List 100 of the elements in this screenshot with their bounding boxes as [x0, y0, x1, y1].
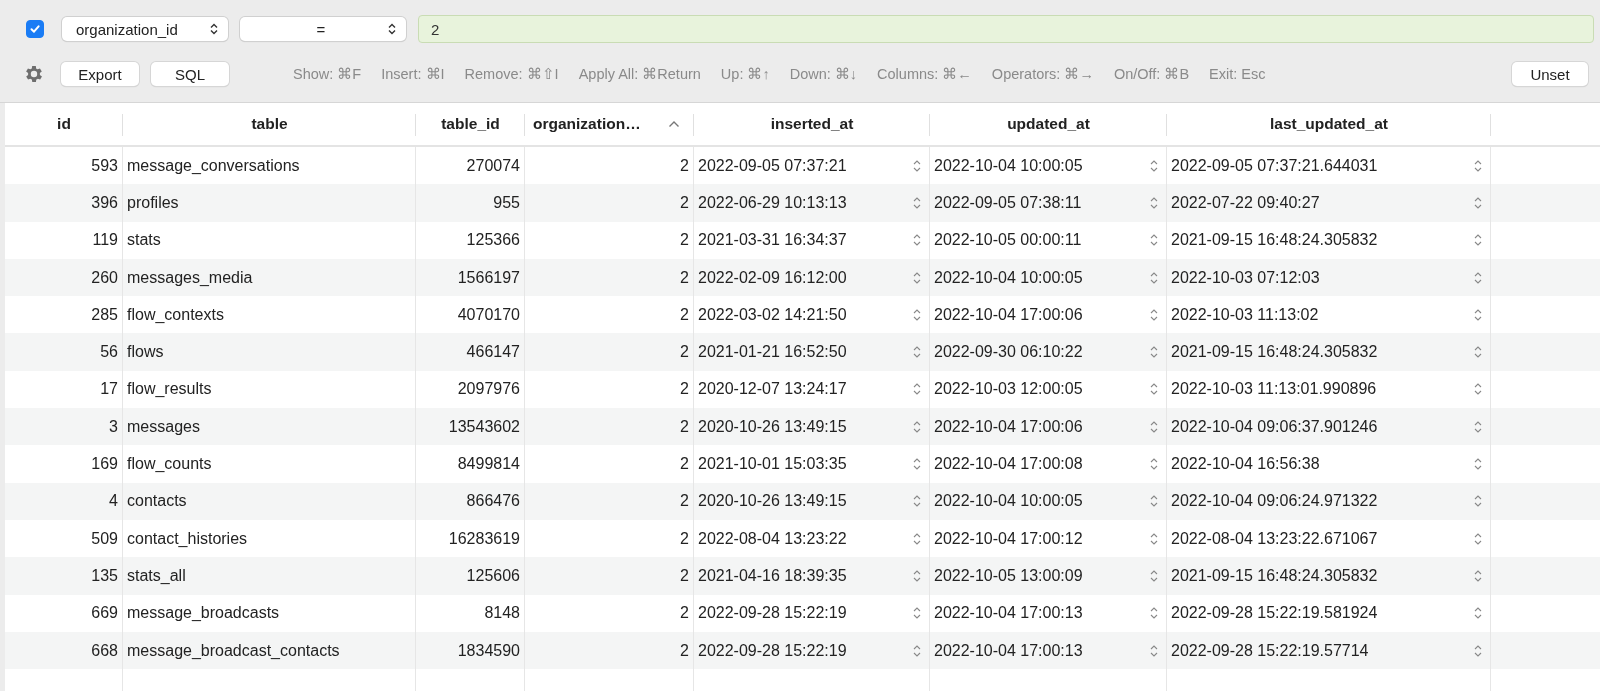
table-cell: 2022-10-04 09:06:37.901246: [1167, 408, 1491, 446]
table-cell: 2022-09-28 15:22:19.581924: [1167, 594, 1491, 632]
table-cell: 2020-10-26 13:49:15: [694, 408, 930, 446]
stepper-icon[interactable]: [913, 270, 921, 285]
shortcut-hint: On/Off: ⌘B: [1113, 66, 1190, 82]
stepper-icon[interactable]: [1474, 494, 1482, 509]
table-cell: 125366: [416, 221, 525, 259]
stepper-icon[interactable]: [913, 531, 921, 546]
table-cell: flows: [123, 333, 416, 371]
stepper-icon[interactable]: [913, 568, 921, 583]
table-cell: 1566197: [416, 258, 525, 297]
stepper-icon[interactable]: [1150, 457, 1158, 471]
stepper-icon[interactable]: [913, 643, 921, 658]
stepper-icon[interactable]: [1474, 568, 1482, 583]
filter-checkbox[interactable]: [26, 20, 44, 38]
stepper-icon[interactable]: [1150, 158, 1158, 173]
stepper-icon[interactable]: [913, 419, 921, 434]
table-cell: 2021-01-21 16:52:50: [694, 333, 930, 371]
stepper-icon[interactable]: [1150, 568, 1158, 583]
operator-select[interactable]: =: [240, 17, 406, 41]
stepper-icon[interactable]: [1150, 494, 1158, 509]
table-cell: 396: [5, 184, 123, 222]
column-header[interactable]: table_id: [416, 103, 525, 145]
stepper-icon[interactable]: [1474, 382, 1482, 397]
table-cell: 2: [525, 333, 694, 371]
shortcut-hint: Columns: ⌘←: [877, 66, 972, 82]
stepper-icon[interactable]: [1150, 419, 1158, 434]
table-cell: 2022-09-28 15:22:19: [694, 631, 930, 670]
stepper-icon[interactable]: [913, 307, 921, 322]
stepper-icon[interactable]: [913, 606, 921, 621]
stepper-icon[interactable]: [1150, 345, 1158, 360]
table-cell: 2021-09-15 16:48:24.305832: [1167, 221, 1491, 259]
table-cell: 8148: [416, 594, 525, 632]
column-header[interactable]: updated_at: [930, 103, 1167, 145]
shortcut-hint: Down: ⌘↓: [789, 66, 858, 82]
stepper-icon[interactable]: [1150, 270, 1158, 285]
table-cell: 2021-09-15 16:48:24.305832: [1167, 333, 1491, 371]
table-cell: 2022-10-04 09:06:24.971322: [1167, 482, 1491, 520]
column-header[interactable]: organization…: [525, 103, 694, 145]
stepper-icon[interactable]: [1474, 345, 1482, 360]
stepper-icon[interactable]: [1150, 643, 1158, 658]
toolbar-button[interactable]: SQL: [151, 62, 229, 86]
table-cell: flow_counts: [123, 445, 416, 483]
stepper-icon[interactable]: [1150, 382, 1158, 397]
filter-value-field[interactable]: 2: [418, 15, 1594, 43]
stepper-icon[interactable]: [1474, 531, 1482, 546]
table-cell: 56: [5, 333, 123, 371]
stepper-icon[interactable]: [1150, 606, 1158, 621]
table-cell: 4: [5, 482, 123, 520]
column-header[interactable]: table: [123, 103, 416, 145]
shortcut-hint: Up: ⌘↑: [720, 66, 770, 82]
stepper-icon[interactable]: [1474, 158, 1482, 173]
stepper-icon[interactable]: [913, 457, 921, 471]
toolbar-button[interactable]: Export: [61, 62, 139, 86]
column-header[interactable]: inserted_at: [694, 103, 930, 145]
table-cell: 955: [416, 184, 525, 222]
table-cell: contacts: [123, 482, 416, 520]
stepper-icon[interactable]: [913, 158, 921, 173]
stepper-icon[interactable]: [913, 345, 921, 360]
table-cell: 2022-10-04 17:00:13: [930, 594, 1167, 632]
table-cell: 2: [525, 482, 694, 520]
table-cell: messages_media: [123, 258, 416, 297]
shortcut-hint: Apply All: ⌘Return: [578, 66, 701, 82]
table-cell: 2022-09-05 07:38:11: [930, 184, 1167, 222]
table-cell: 2022-09-28 15:22:19.57714: [1167, 631, 1491, 670]
table-cell: 169: [5, 445, 123, 483]
table-cell: 668: [5, 631, 123, 670]
stepper-icon[interactable]: [1150, 233, 1158, 248]
table-cell: 2022-06-29 10:13:13: [694, 184, 930, 222]
table-cell: 135: [5, 557, 123, 595]
table-cell: 3: [5, 408, 123, 446]
unset-button[interactable]: Unset: [1512, 62, 1588, 86]
stepper-icon[interactable]: [1474, 307, 1482, 322]
column-header[interactable]: id: [5, 103, 123, 145]
column-select[interactable]: organization_id: [62, 17, 228, 41]
settings-icon[interactable]: [23, 63, 45, 85]
stepper-icon[interactable]: [913, 494, 921, 509]
stepper-icon[interactable]: [1474, 233, 1482, 248]
stepper-icon[interactable]: [1150, 195, 1158, 210]
stepper-icon[interactable]: [1474, 606, 1482, 621]
stepper-icon[interactable]: [1150, 531, 1158, 546]
shortcut-hint: Show: ⌘F: [293, 66, 362, 82]
stepper-icon[interactable]: [913, 382, 921, 397]
table-cell: 466147: [416, 333, 525, 371]
table-cell: 2: [525, 557, 694, 595]
table-cell: profiles: [123, 184, 416, 222]
sort-ascending-icon: [668, 120, 680, 128]
stepper-icon[interactable]: [1474, 643, 1482, 658]
column-header[interactable]: last_updated_at: [1167, 103, 1491, 145]
stepper-icon[interactable]: [913, 233, 921, 248]
stepper-icon[interactable]: [1474, 419, 1482, 434]
stepper-icon[interactable]: [1474, 270, 1482, 285]
stepper-icon[interactable]: [1150, 307, 1158, 322]
table-cell: 866476: [416, 482, 525, 520]
table-cell: 669: [5, 594, 123, 632]
table-cell: 2021-09-15 16:48:24.305832: [1167, 557, 1491, 595]
stepper-icon[interactable]: [1474, 195, 1482, 210]
stepper-icon[interactable]: [913, 195, 921, 210]
table-cell: 8499814: [416, 445, 525, 483]
stepper-icon[interactable]: [1474, 457, 1482, 471]
